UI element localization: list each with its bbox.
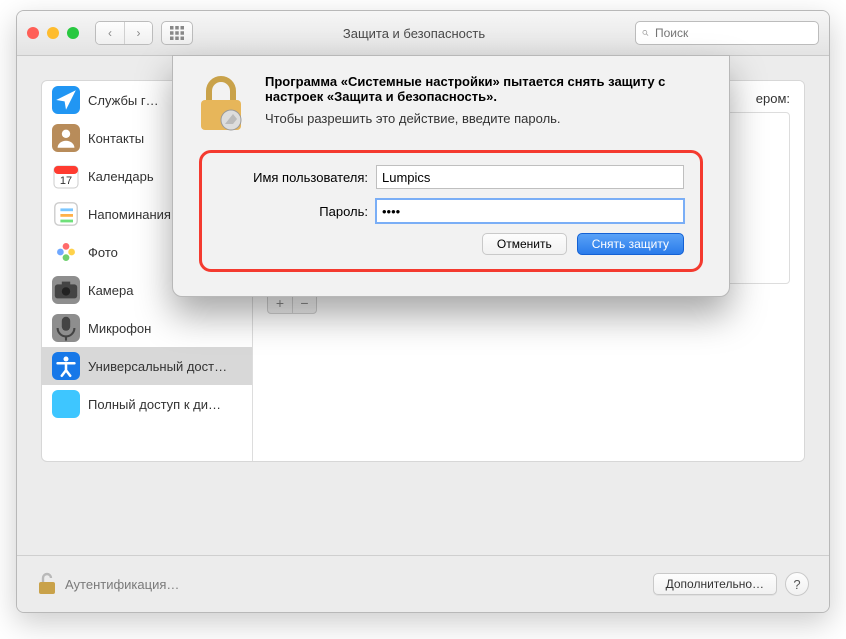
cancel-button[interactable]: Отменить bbox=[482, 233, 567, 255]
lock-large-icon bbox=[191, 74, 251, 134]
traffic-lights bbox=[27, 27, 79, 39]
unlock-button[interactable]: Снять защиту bbox=[577, 233, 684, 255]
calendar-icon: 17 bbox=[52, 162, 80, 190]
zoom-window-button[interactable] bbox=[67, 27, 79, 39]
lock-open-icon bbox=[37, 571, 57, 597]
auth-form-highlight: Имя пользователя: Пароль: Отменить Снять… bbox=[199, 150, 703, 272]
window-title: Защита и безопасность bbox=[201, 26, 627, 41]
sidebar-item-label: Службы г… bbox=[88, 93, 159, 108]
auth-heading: Программа «Системные настройки» пытается… bbox=[265, 74, 711, 104]
help-button[interactable]: ? bbox=[785, 572, 809, 596]
sidebar-item-label: Полный доступ к ди… bbox=[88, 397, 221, 412]
footer: Аутентификация… Дополнительно… ? bbox=[17, 555, 829, 612]
sidebar-item-label: Контакты bbox=[88, 131, 144, 146]
contacts-icon bbox=[52, 124, 80, 152]
nav-back-button[interactable]: ‹ bbox=[96, 22, 124, 44]
password-label: Пароль: bbox=[218, 204, 368, 219]
sidebar-item-label: Камера bbox=[88, 283, 133, 298]
lock-text: Аутентификация… bbox=[65, 577, 179, 592]
location-icon bbox=[52, 86, 80, 114]
auth-subtext: Чтобы разрешить это действие, введите па… bbox=[265, 111, 561, 126]
search-input[interactable] bbox=[653, 25, 812, 41]
sidebar-item-folder[interactable]: Полный доступ к ди… bbox=[42, 385, 252, 423]
username-label: Имя пользователя: bbox=[218, 170, 368, 185]
auth-sheet: Программа «Системные настройки» пытается… bbox=[172, 55, 730, 297]
svg-text:17: 17 bbox=[60, 175, 72, 187]
sidebar-item-label: Фото bbox=[88, 245, 118, 260]
nav-back-forward: ‹ › bbox=[95, 21, 153, 45]
lock-status[interactable]: Аутентификация… bbox=[37, 571, 179, 597]
photos-icon bbox=[52, 238, 80, 266]
search-field[interactable] bbox=[635, 21, 819, 45]
sidebar-item-label: Календарь bbox=[88, 169, 154, 184]
auth-text: Программа «Системные настройки» пытается… bbox=[265, 74, 711, 134]
password-input[interactable] bbox=[376, 199, 684, 223]
sidebar-item-label: Напоминания bbox=[88, 207, 171, 222]
sidebar-item-accessibility[interactable]: Универсальный дост… bbox=[42, 347, 252, 385]
search-icon bbox=[642, 27, 649, 39]
accessibility-icon bbox=[52, 352, 80, 380]
sidebar-item-label: Микрофон bbox=[88, 321, 151, 336]
camera-icon bbox=[52, 276, 80, 304]
sidebar-item-microphone[interactable]: Микрофон bbox=[42, 309, 252, 347]
titlebar: ‹ › Защита и безопасность bbox=[17, 11, 829, 56]
reminders-icon bbox=[52, 200, 80, 228]
close-window-button[interactable] bbox=[27, 27, 39, 39]
sidebar-item-label: Универсальный дост… bbox=[88, 359, 227, 374]
minimize-window-button[interactable] bbox=[47, 27, 59, 39]
advanced-button[interactable]: Дополнительно… bbox=[653, 573, 777, 595]
microphone-icon bbox=[52, 314, 80, 342]
folder-icon bbox=[52, 390, 80, 418]
show-all-button[interactable] bbox=[161, 21, 193, 45]
preferences-window: ‹ › Защита и безопасность Службы г… Конта… bbox=[16, 10, 830, 613]
username-input[interactable] bbox=[376, 165, 684, 189]
nav-forward-button[interactable]: › bbox=[124, 22, 152, 44]
grid-icon bbox=[170, 26, 184, 40]
